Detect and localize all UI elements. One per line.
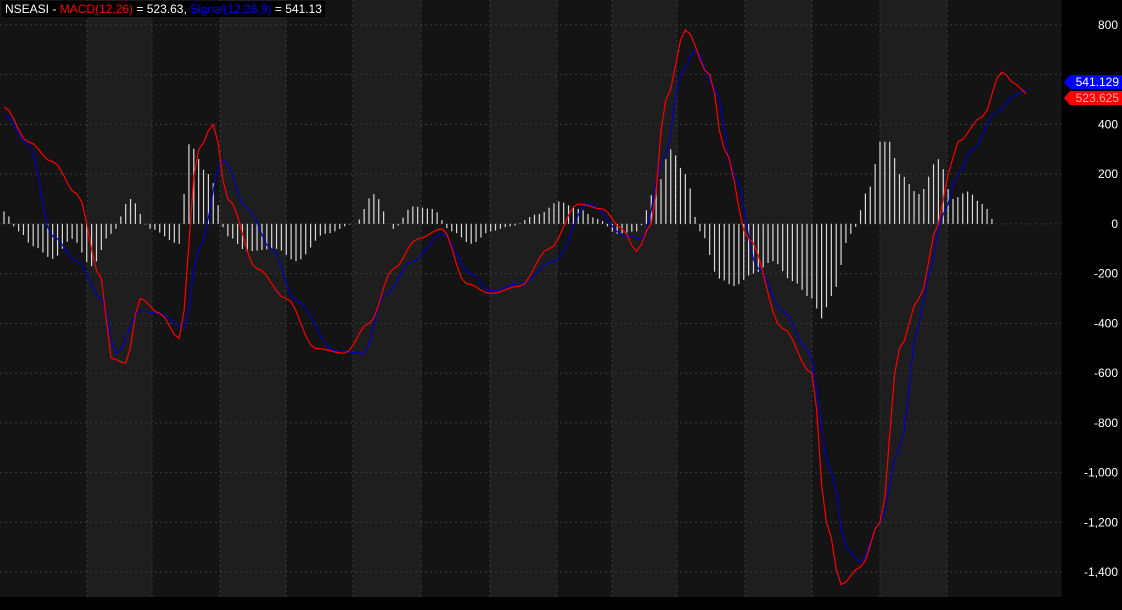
signal-value: 541.13 (285, 2, 322, 16)
y-tick-label: -1,200 (1084, 515, 1118, 529)
chart-header: NSEASI - MACD(12,26) = 523.63, Signal(12… (2, 1, 325, 17)
background-band (0, 0, 87, 597)
y-tick-label: -1,000 (1084, 466, 1118, 480)
background-band (880, 0, 947, 597)
background-band (812, 0, 880, 597)
background-band (87, 0, 152, 597)
y-tick-label: 0 (1111, 217, 1118, 231)
signal-label: Signal(12,26,9) (190, 2, 272, 16)
y-axis: 800 400 200 0 -200 -400 -600 -800 -1,000 -1,200 -1… (1061, 0, 1118, 597)
background-band (353, 0, 421, 597)
y-tick-label: 400 (1098, 117, 1118, 131)
y-tick-label: 200 (1098, 167, 1118, 181)
value-tag-label: 523.625 (1076, 91, 1120, 105)
background-band (557, 0, 612, 597)
background-band (947, 0, 1062, 597)
macd-chart-window: 800 400 200 0 -200 -400 -600 -800 -1,000 -1,200 -1… (0, 0, 1122, 610)
value-tag-label: 541.129 (1076, 75, 1120, 89)
signal-eq: = (271, 2, 286, 16)
y-tick-label: -800 (1094, 416, 1118, 430)
background-band (152, 0, 220, 597)
symbol-label: NSEASI (5, 2, 50, 16)
y-tick-label: -200 (1094, 267, 1118, 281)
background-band (612, 0, 677, 597)
background-band (220, 0, 286, 597)
background-band (421, 0, 490, 597)
macd-label: MACD(12,26) (59, 2, 134, 16)
background-band (490, 0, 557, 597)
y-tick-label: 800 (1098, 18, 1118, 32)
chart-background (0, 0, 1062, 597)
y-tick-label: -600 (1094, 366, 1118, 380)
header-separator: - (49, 2, 60, 16)
background-band (286, 0, 353, 597)
last-value-tags: 541.129 523.625 (1064, 75, 1122, 105)
chart-canvas[interactable]: 800 400 200 0 -200 -400 -600 -800 -1,000 -1,200 -1… (0, 0, 1122, 610)
y-tick-label: -400 (1094, 316, 1118, 330)
macd-value: 523.63 (146, 2, 184, 16)
background-band (677, 0, 745, 597)
macd-eq: = (133, 2, 147, 16)
background-band (745, 0, 812, 597)
y-tick-label: -1,400 (1084, 565, 1118, 579)
